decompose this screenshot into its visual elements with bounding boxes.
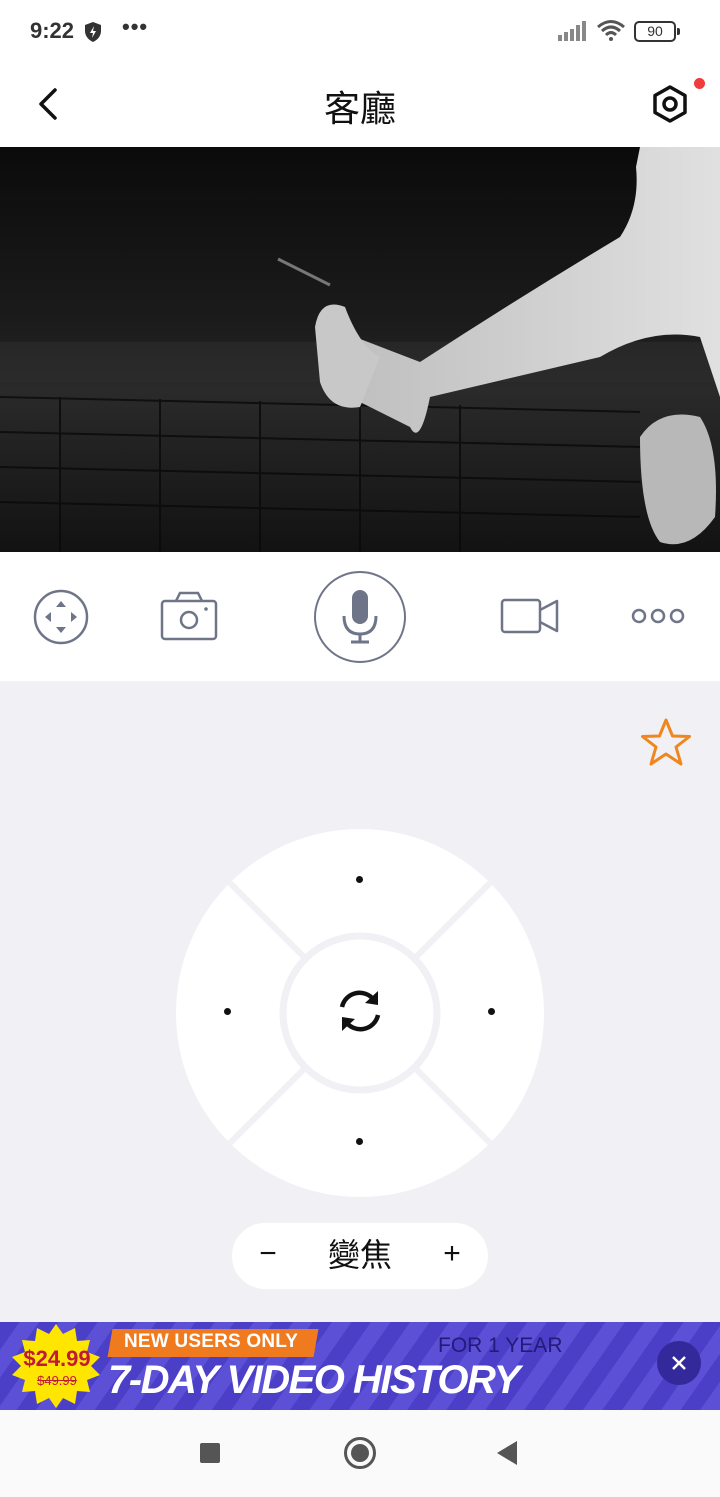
more-options-icon[interactable] [630,606,686,626]
star-outline-icon[interactable] [638,716,694,772]
app-header: 客廳 [0,62,720,147]
dpad-left-button[interactable] [196,973,260,1053]
back-triangle-icon[interactable] [497,1441,517,1465]
camera-snapshot-icon[interactable] [160,590,218,642]
dpad-right-dot [488,1008,495,1015]
wifi-icon [597,20,625,41]
system-nav-bar [0,1410,720,1497]
live-video-feed[interactable] [0,147,720,552]
zoom-control: − 變焦 + [232,1223,488,1289]
shield-bolt-icon [85,22,101,42]
close-button[interactable] [657,1341,701,1385]
dpad-up-button[interactable] [320,849,400,913]
dpad-left-dot [224,1008,231,1015]
promo-banner[interactable]: $24.99 $49.99 NEW USERS ONLY FOR 1 YEAR … [0,1322,720,1410]
page-title: 客廳 [323,89,396,130]
zoom-label: 變焦 [327,1236,392,1274]
status-time: 9:22 [30,18,75,43]
promo-subtitle: FOR 1 YEAR [438,1334,563,1357]
close-icon [672,1356,686,1370]
dpad-right-button[interactable] [460,973,524,1053]
camera-toolbar [0,552,720,681]
recent-apps-icon[interactable] [200,1443,220,1463]
status-bar: 9:22 ••• 90 [0,0,720,62]
ptz-control-panel: − 變焦 + [0,681,720,1322]
battery-icon: 90 [634,21,680,42]
hexagon-settings-icon[interactable] [648,82,692,126]
zoom-out-button[interactable]: − [250,1237,286,1273]
signal-icon [558,21,586,41]
home-icon[interactable] [344,1437,376,1469]
microphone-icon[interactable] [313,570,407,664]
promo-headline: 7-DAY VIDEO HISTORY [108,1358,520,1402]
dpad-down-button[interactable] [320,1111,400,1175]
promo-old-price: $49.99 [37,1373,77,1388]
video-record-icon[interactable] [500,596,560,636]
status-more-dots: ••• [122,14,149,39]
dpad-down-dot [356,1138,363,1145]
dpad-up-dot [356,876,363,883]
battery-level: 90 [647,23,663,39]
rotate-refresh-icon[interactable] [332,983,388,1039]
video-frame [0,147,720,552]
promo-tag-text: NEW USERS ONLY [124,1331,299,1352]
pan-tilt-icon[interactable] [32,588,90,646]
zoom-in-button[interactable]: + [434,1237,470,1273]
notification-dot [694,78,705,89]
promo-price: $24.99 [23,1346,91,1371]
